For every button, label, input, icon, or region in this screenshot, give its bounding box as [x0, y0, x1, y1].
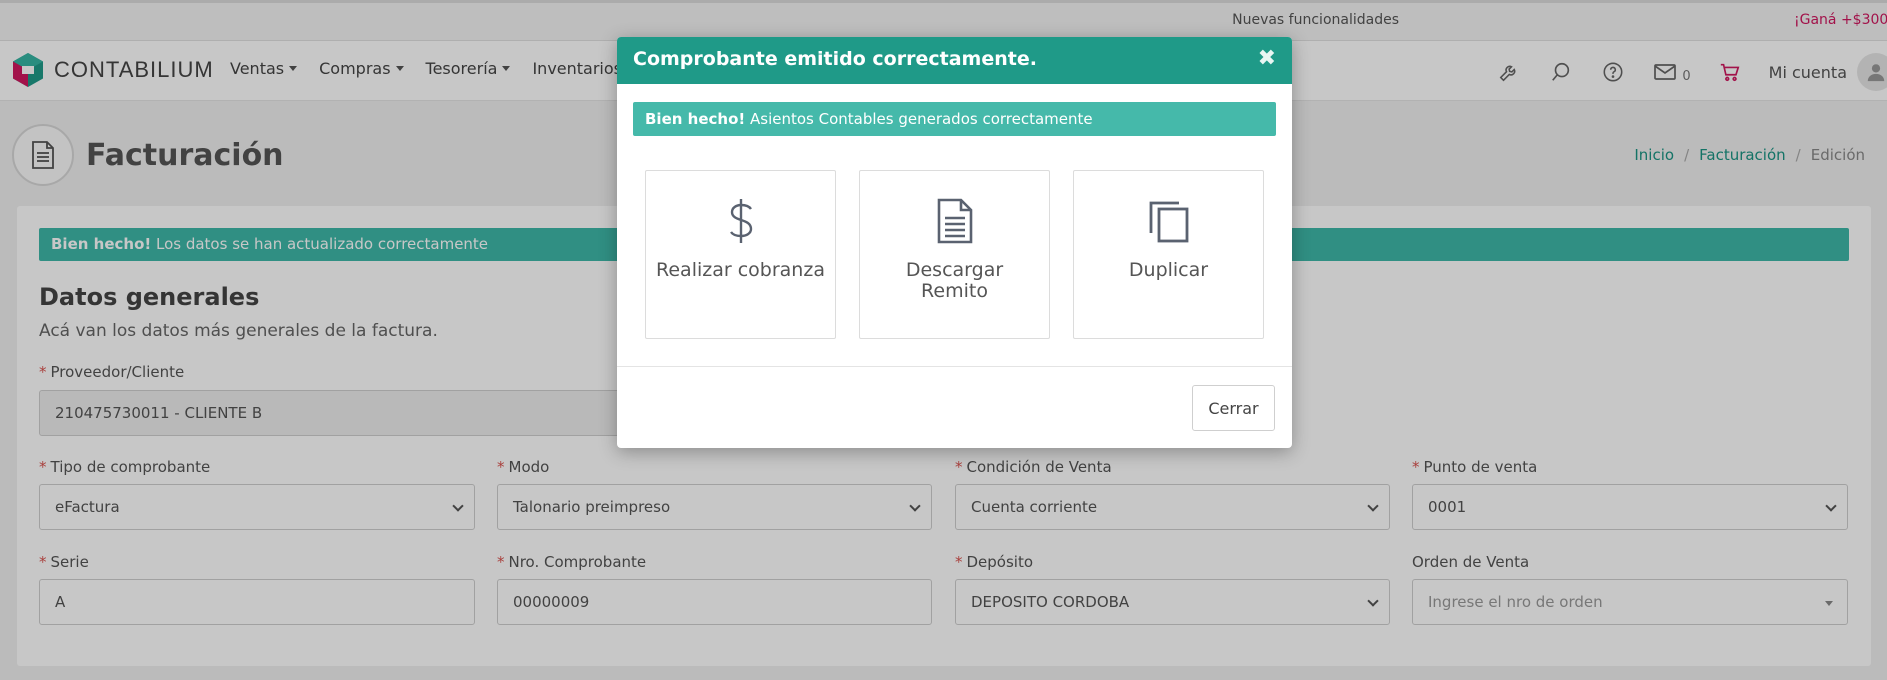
close-icon[interactable]: ✖ [1258, 46, 1276, 71]
realizar-cobranza-button[interactable]: Realizar cobranza [645, 170, 836, 339]
modal-alert-text: Asientos Contables generados correctamen… [745, 110, 1093, 128]
copy-icon [1074, 197, 1263, 245]
duplicar-label: Duplicar [1128, 259, 1209, 281]
cerrar-button[interactable]: Cerrar [1192, 385, 1275, 431]
descargar-remito-button[interactable]: Descargar Remito [859, 170, 1050, 339]
modal-footer: Cerrar [617, 366, 1292, 448]
modal-success-alert: Bien hecho! Asientos Contables generados… [633, 102, 1276, 136]
duplicar-button[interactable]: Duplicar [1073, 170, 1264, 339]
descargar-remito-label: Descargar Remito [905, 259, 1004, 302]
modal-title: Comprobante emitido correctamente. [633, 48, 1037, 70]
dollar-icon [646, 197, 835, 245]
modal-header: Comprobante emitido correctamente. ✖ [617, 37, 1292, 84]
document-icon [860, 197, 1049, 245]
modal-alert-strong: Bien hecho! [645, 110, 746, 128]
success-modal: Comprobante emitido correctamente. ✖ Bie… [617, 37, 1292, 448]
realizar-cobranza-label: Realizar cobranza [656, 259, 825, 281]
